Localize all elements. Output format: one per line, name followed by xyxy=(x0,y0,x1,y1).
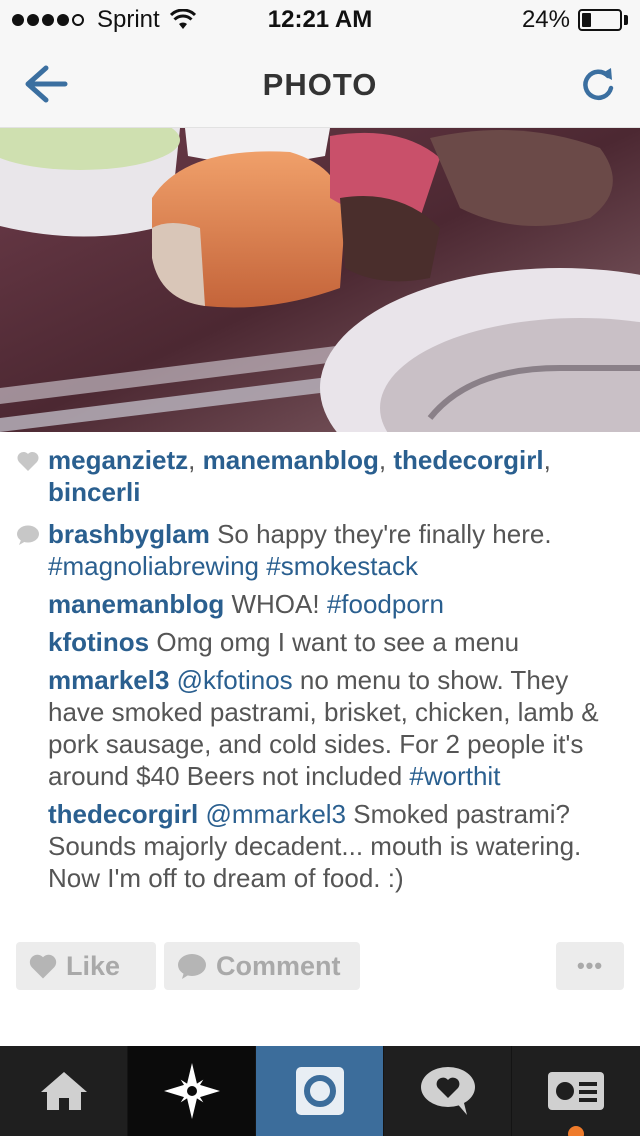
tab-camera[interactable] xyxy=(256,1046,384,1136)
comment-username[interactable]: mmarkel3 xyxy=(48,665,169,695)
comment-link[interactable]: @kfotinos xyxy=(177,665,293,695)
food-photo-illustration xyxy=(0,128,640,432)
home-icon xyxy=(40,1072,87,1110)
speech-bubble-icon xyxy=(178,954,206,979)
comment-link[interactable]: #magnoliabrewing xyxy=(48,551,259,581)
comment-button-label: Comment xyxy=(216,950,341,981)
likes-row: meganzietz, manemanblog, thedecorgirl, b… xyxy=(0,444,640,508)
tab-home[interactable] xyxy=(0,1046,128,1136)
tab-explore[interactable] xyxy=(128,1046,256,1136)
heart-icon xyxy=(29,954,57,979)
comment-item: kfotinos Omg omg I want to see a menu xyxy=(0,626,640,658)
liker-name[interactable]: manemanblog xyxy=(203,445,379,475)
comment-link[interactable]: @mmarkel3 xyxy=(205,799,346,829)
liker-name[interactable]: meganzietz xyxy=(48,445,188,475)
battery-fill xyxy=(582,13,591,27)
comment-item: mmarkel3 @kfotinos no menu to show. They… xyxy=(0,664,640,792)
battery-nub xyxy=(624,15,628,25)
status-right: 24% xyxy=(522,6,628,34)
comment-username[interactable]: kfotinos xyxy=(48,627,149,657)
tab-profile[interactable] xyxy=(512,1046,640,1136)
comment-item: thedecorgirl @mmarkel3 Smoked pastrami? … xyxy=(0,798,640,894)
comment-text: So happy they're finally here. xyxy=(217,519,552,549)
post-actions: Like Comment ••• xyxy=(0,942,640,990)
status-bar: Sprint 12:21 AM 24% xyxy=(0,0,640,40)
liker-name[interactable]: thedecorgirl xyxy=(393,445,543,475)
refresh-icon[interactable] xyxy=(578,62,618,106)
like-button[interactable]: Like xyxy=(16,942,156,990)
tab-bar xyxy=(0,1046,640,1136)
comment-item: brashbyglam So happy they're finally her… xyxy=(0,518,640,582)
profile-card-icon xyxy=(548,1072,604,1110)
more-options-button[interactable]: ••• xyxy=(556,942,624,990)
comment-username[interactable]: thedecorgirl xyxy=(48,799,198,829)
comment-bubble-icon xyxy=(17,525,39,545)
post-feed: meganzietz, manemanblog, thedecorgirl, b… xyxy=(0,444,640,900)
heart-icon xyxy=(17,451,39,471)
nav-bar: PHOTO xyxy=(0,40,640,128)
more-icon: ••• xyxy=(576,953,604,978)
liker-name[interactable]: bincerli xyxy=(48,477,140,507)
comment-link[interactable]: #smokestack xyxy=(266,551,418,581)
post-photo[interactable] xyxy=(0,128,640,432)
comments-list: brashbyglam So happy they're finally her… xyxy=(0,518,640,894)
comment-link[interactable]: #worthit xyxy=(409,761,500,791)
comment-username[interactable]: brashbyglam xyxy=(48,519,210,549)
battery-percent: 24% xyxy=(521,6,570,33)
comment-button[interactable]: Comment xyxy=(164,942,360,990)
notification-dot xyxy=(568,1126,584,1136)
like-button-label: Like xyxy=(66,950,121,981)
explore-star-icon xyxy=(163,1063,220,1119)
page-title: PHOTO xyxy=(262,67,378,102)
camera-icon xyxy=(295,1067,344,1115)
comment-link[interactable]: #foodporn xyxy=(327,589,444,619)
heart-bubble-icon xyxy=(420,1067,475,1115)
battery-icon xyxy=(578,9,622,31)
tab-news[interactable] xyxy=(384,1046,512,1136)
comment-text: WHOA! xyxy=(231,589,327,619)
comment-text: Omg omg I want to see a menu xyxy=(156,627,520,657)
comment-username[interactable]: manemanblog xyxy=(48,589,224,619)
back-arrow-icon[interactable] xyxy=(20,62,70,106)
comment-item: manemanblog WHOA! #foodporn xyxy=(0,588,640,620)
